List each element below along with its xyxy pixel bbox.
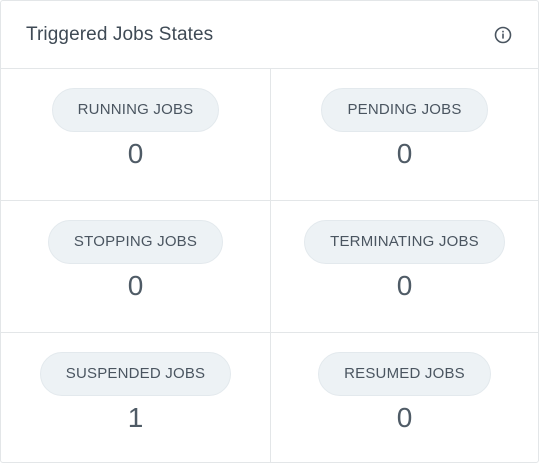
resumed-jobs-button[interactable]: RESUMED JOBS [318,352,491,396]
running-jobs-count: 0 [127,138,144,169]
card-header: Triggered Jobs States [1,1,538,69]
stopping-jobs-count: 0 [127,270,144,301]
state-cell-stopping: STOPPING JOBS 0 [1,201,271,333]
suspended-jobs-count: 1 [127,402,144,433]
triggered-jobs-card: Triggered Jobs States RUNNING JOBS 0 PEN… [0,0,539,463]
state-cell-terminating: TERMINATING JOBS 0 [271,201,538,333]
pending-jobs-count: 0 [396,138,413,169]
card-title: Triggered Jobs States [26,24,214,45]
state-cell-running: RUNNING JOBS 0 [1,69,271,201]
resumed-jobs-count: 0 [396,402,413,433]
job-states-grid: RUNNING JOBS 0 PENDING JOBS 0 STOPPING J… [1,69,538,462]
state-cell-pending: PENDING JOBS 0 [271,69,538,201]
stopping-jobs-button[interactable]: STOPPING JOBS [47,220,224,264]
suspended-jobs-button[interactable]: SUSPENDED JOBS [39,352,232,396]
info-icon[interactable] [493,25,513,45]
running-jobs-button[interactable]: RUNNING JOBS [51,88,220,132]
state-cell-resumed: RESUMED JOBS 0 [271,333,538,462]
terminating-jobs-count: 0 [396,270,413,301]
state-cell-suspended: SUSPENDED JOBS 1 [1,333,271,462]
terminating-jobs-button[interactable]: TERMINATING JOBS [304,220,505,264]
pending-jobs-button[interactable]: PENDING JOBS [321,88,488,132]
